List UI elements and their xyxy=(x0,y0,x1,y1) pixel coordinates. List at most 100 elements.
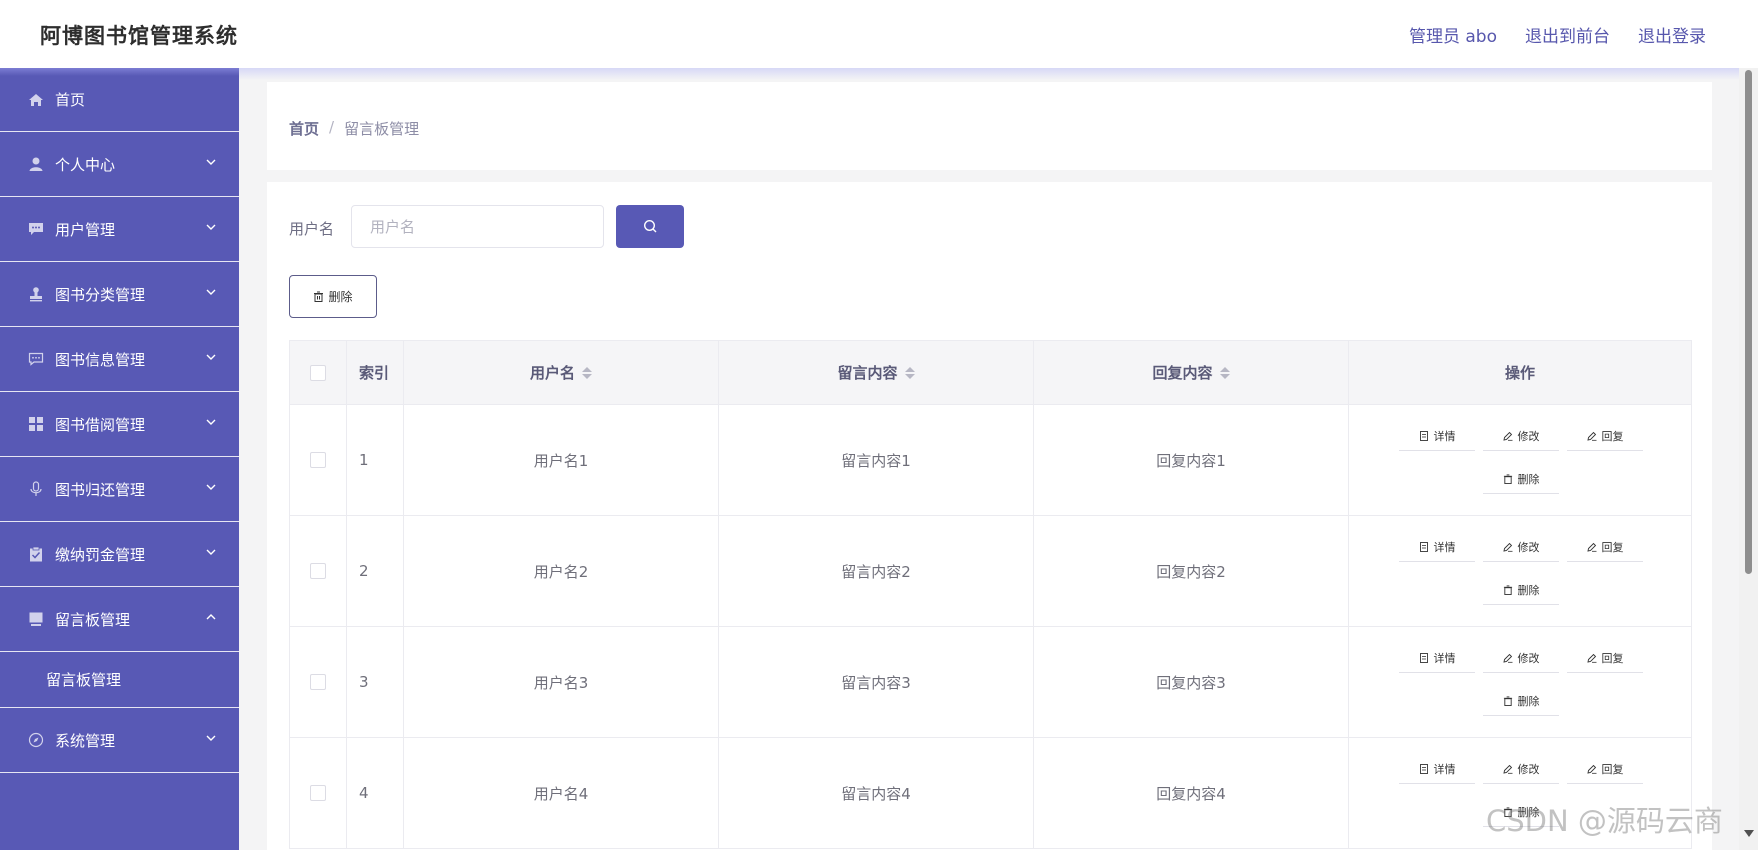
sidebar-item-label: 图书归还管理 xyxy=(55,480,146,499)
reply-label: 回复 xyxy=(1601,651,1624,665)
search-icon xyxy=(643,219,656,233)
trash-icon xyxy=(1503,695,1512,706)
header-reply[interactable]: 回复内容 xyxy=(1034,341,1349,404)
search-input[interactable] xyxy=(351,205,604,248)
reply-button[interactable]: 回复 xyxy=(1567,754,1643,784)
table-row: 3 用户名3 留言内容3 回复内容3 详情 修改 回复 删除 xyxy=(289,627,1692,738)
sort-icon[interactable] xyxy=(1219,366,1230,379)
row-checkbox[interactable] xyxy=(310,785,326,801)
cell-message: 留言内容3 xyxy=(719,627,1034,737)
clipboard-icon xyxy=(27,545,45,563)
sidebar-item-book-category[interactable]: 图书分类管理 xyxy=(0,262,239,327)
detail-label: 详情 xyxy=(1433,429,1456,443)
watermark: CSDN @源码云商 xyxy=(1486,804,1723,838)
header-ops: 操作 xyxy=(1349,341,1692,404)
edit-label: 修改 xyxy=(1517,429,1540,443)
top-header: 阿博图书馆管理系统 管理员 abo 退出到前台 退出登录 xyxy=(0,0,1758,68)
sidebar-item-personal[interactable]: 个人中心 xyxy=(0,132,239,197)
reply-button[interactable]: 回复 xyxy=(1567,532,1643,562)
edit-button[interactable]: 修改 xyxy=(1483,421,1559,451)
row-checkbox[interactable] xyxy=(310,674,326,690)
edit-icon xyxy=(1586,431,1596,441)
page-scrollbar[interactable] xyxy=(1739,68,1758,850)
sidebar-item-return[interactable]: 图书归还管理 xyxy=(0,457,239,522)
cell-message: 留言内容1 xyxy=(719,405,1034,515)
cell-reply: 回复内容3 xyxy=(1034,627,1349,737)
sidebar-item-label: 图书借阅管理 xyxy=(55,415,146,434)
row-checkbox[interactable] xyxy=(310,563,326,579)
reply-label: 回复 xyxy=(1601,762,1624,776)
row-check-cell xyxy=(289,516,347,626)
reply-button[interactable]: 回复 xyxy=(1567,421,1643,451)
row-check-cell xyxy=(289,405,347,515)
delete-button[interactable]: 删除 xyxy=(1483,464,1559,494)
logout-link[interactable]: 退出登录 xyxy=(1638,22,1706,47)
sidebar-item-message-board[interactable]: 留言板管理 xyxy=(0,587,239,652)
detail-label: 详情 xyxy=(1433,762,1456,776)
edit-button[interactable]: 修改 xyxy=(1483,754,1559,784)
sidebar-item-fines[interactable]: 缴纳罚金管理 xyxy=(0,522,239,587)
sidebar-subitem-message-board[interactable]: 留言板管理 xyxy=(0,652,239,708)
breadcrumb-home[interactable]: 首页 xyxy=(289,118,319,139)
microphone-icon xyxy=(27,480,45,498)
app-title: 阿博图书馆管理系统 xyxy=(40,24,238,48)
sort-icon[interactable] xyxy=(582,366,592,379)
edit-icon xyxy=(1502,431,1512,441)
detail-label: 详情 xyxy=(1433,540,1456,554)
reply-button[interactable]: 回复 xyxy=(1567,643,1643,673)
reply-label: 回复 xyxy=(1601,429,1624,443)
sidebar-item-book-info[interactable]: 图书信息管理 xyxy=(0,327,239,392)
edit-button[interactable]: 修改 xyxy=(1483,643,1559,673)
cell-ops: 详情 修改 回复 删除 xyxy=(1349,516,1692,626)
cell-ops: 详情 修改 回复 删除 xyxy=(1349,627,1692,737)
edit-icon xyxy=(1586,653,1596,663)
search-button[interactable] xyxy=(616,205,684,248)
row-checkbox[interactable] xyxy=(310,452,326,468)
chevron-down-icon xyxy=(206,419,216,425)
batch-delete-button[interactable]: 删除 xyxy=(289,275,377,318)
select-all-checkbox[interactable] xyxy=(310,364,326,381)
cell-username: 用户名4 xyxy=(404,738,719,848)
cell-ops: 详情 修改 回复 删除 xyxy=(1349,405,1692,515)
cell-username: 用户名3 xyxy=(404,627,719,737)
monitor-icon xyxy=(27,610,45,628)
user-icon xyxy=(27,155,45,173)
detail-button[interactable]: 详情 xyxy=(1399,754,1475,784)
delete-button[interactable]: 删除 xyxy=(1483,686,1559,716)
header-message[interactable]: 留言内容 xyxy=(719,341,1034,404)
detail-button[interactable]: 详情 xyxy=(1399,643,1475,673)
scrollbar-thumb[interactable] xyxy=(1745,70,1752,574)
sidebar: 首页 个人中心 用户管理 图书分类管理 图书信息管理 图书借阅管理 图书归还管理… xyxy=(0,68,239,850)
sidebar-item-users[interactable]: 用户管理 xyxy=(0,197,239,262)
detail-button[interactable]: 详情 xyxy=(1399,532,1475,562)
edit-button[interactable]: 修改 xyxy=(1483,532,1559,562)
sidebar-item-label: 留言板管理 xyxy=(55,610,131,629)
breadcrumb-current: 留言板管理 xyxy=(344,120,420,138)
admin-link[interactable]: 管理员 abo xyxy=(1409,22,1497,47)
edit-icon xyxy=(1502,764,1512,774)
header-label: 留言内容 xyxy=(837,364,898,382)
sidebar-item-system[interactable]: 系统管理 xyxy=(0,708,239,773)
table-row: 2 用户名2 留言内容2 回复内容2 详情 修改 回复 删除 xyxy=(289,516,1692,627)
header-username[interactable]: 用户名 xyxy=(404,341,719,404)
cell-index: 2 xyxy=(347,516,404,626)
front-link[interactable]: 退出到前台 xyxy=(1525,22,1610,47)
sidebar-item-borrow[interactable]: 图书借阅管理 xyxy=(0,392,239,457)
table-row: 1 用户名1 留言内容1 回复内容1 详情 修改 回复 删除 xyxy=(289,405,1692,516)
row-check-cell xyxy=(289,627,347,737)
detail-button[interactable]: 详情 xyxy=(1399,421,1475,451)
delete-label: 删除 xyxy=(1517,472,1540,486)
scroll-down-arrow-icon[interactable] xyxy=(1744,830,1754,837)
sidebar-item-home[interactable]: 首页 xyxy=(0,68,239,132)
delete-button[interactable]: 删除 xyxy=(1483,575,1559,605)
table-row: 4 用户名4 留言内容4 回复内容4 详情 修改 回复 删除 xyxy=(289,738,1692,849)
chevron-down-icon xyxy=(206,484,216,490)
sort-icon[interactable] xyxy=(904,366,915,379)
document-icon xyxy=(1419,541,1428,552)
batch-delete-label: 删除 xyxy=(328,290,353,304)
cell-message: 留言内容2 xyxy=(719,516,1034,626)
cell-username: 用户名1 xyxy=(404,405,719,515)
row-check-cell xyxy=(289,738,347,848)
content-card: 用户名 删除 索引 用户名 留言内容 回复内容 操作 1 用户名1 留言内容 xyxy=(267,182,1712,850)
edit-label: 修改 xyxy=(1517,540,1540,554)
